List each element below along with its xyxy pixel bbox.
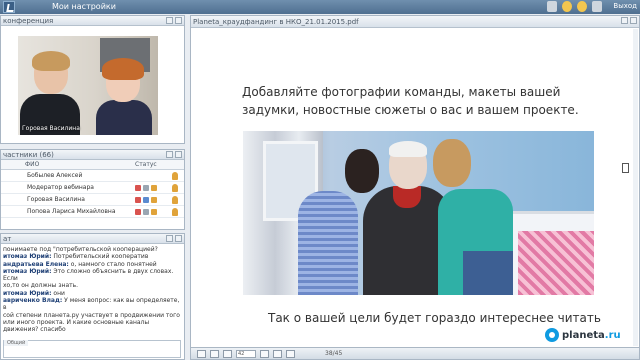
minimize-icon[interactable] — [166, 151, 173, 158]
person-right — [92, 58, 154, 135]
exit-button[interactable]: Выход — [613, 2, 637, 10]
chat-line: итомаз Юрий: Это сложно объяснить в двух… — [3, 267, 174, 283]
chat-tab[interactable]: Общий — [4, 340, 29, 346]
conference-title: конференция — [3, 17, 54, 25]
slide-caption: Так о вашей цели будет гораздо интересне… — [268, 311, 601, 325]
chat-line: итомаз Юрий: Потребительский кооператив — [3, 253, 149, 261]
user-icon — [172, 196, 178, 204]
chat-messages: понимаете под "потребительской коопераци… — [3, 246, 181, 338]
participants-table-header: ФИО Статус — [1, 160, 184, 170]
col-status[interactable]: Статус — [135, 160, 157, 169]
chat-line: или иного проекта. И какие основные кана… — [3, 318, 150, 326]
chat-line: андратьева Елена: о, намного стало понят… — [3, 260, 157, 268]
participants-panel: частники (66) ФИО Статус Бобылев Алексей… — [0, 149, 185, 230]
smile-icon[interactable] — [562, 1, 572, 12]
chat-line: понимаете под "потребительской коопераци… — [3, 246, 158, 253]
window-icon[interactable] — [547, 1, 557, 12]
settings-menu[interactable]: Мои настройки — [52, 2, 116, 11]
status-icons — [135, 194, 157, 205]
brand-main: planeta — [562, 329, 605, 341]
top-bar: Мои настройки Выход — [0, 0, 640, 14]
chat-header: ат — [1, 234, 184, 244]
table-row[interactable]: Модератор вебинара — [1, 182, 184, 194]
zoom-out-icon[interactable] — [223, 349, 232, 358]
zoom-in-icon[interactable] — [210, 349, 219, 358]
cursor-icon — [622, 163, 629, 173]
maximize-icon[interactable] — [175, 17, 182, 24]
app-logo-icon — [3, 1, 15, 13]
webcam-video: Горовая Василина — [18, 36, 158, 135]
table-row[interactable]: Горовая Василина — [1, 194, 184, 206]
slide-photo — [243, 131, 594, 295]
conference-header: конференция — [1, 16, 184, 26]
document-filename: Planeta_краудфандинг в НКО_21.01.2015.pd… — [193, 18, 359, 26]
planeta-logo: planeta.ru — [545, 328, 621, 342]
next-page-icon[interactable] — [286, 349, 295, 358]
minimize-icon[interactable] — [166, 235, 173, 242]
chat-line: авриченко Влад: У меня вопрос: как вы оп… — [3, 297, 180, 312]
video-caption: Горовая Василина — [22, 125, 80, 132]
slide-text: Добавляйте фотографии команды, макеты ва… — [242, 85, 579, 117]
hand-tool-icon[interactable] — [197, 349, 206, 358]
top-icons — [547, 1, 602, 12]
table-row[interactable]: Попова Лариса Михайловна — [1, 206, 184, 218]
chat-line: движения? спасибо — [3, 326, 66, 334]
minimize-icon[interactable] — [621, 17, 628, 24]
brand-suffix: .ru — [604, 329, 621, 341]
chat-input[interactable]: Общий — [3, 340, 181, 358]
fit-icon[interactable] — [260, 349, 269, 358]
document-header: Planeta_краудфандинг в НКО_21.01.2015.pd… — [191, 16, 639, 28]
page-counter: 38/45 — [325, 350, 343, 357]
maximize-icon[interactable] — [175, 235, 182, 242]
chat-title: ат — [3, 235, 12, 243]
user-icon — [172, 172, 178, 180]
scrollbar[interactable] — [633, 29, 638, 346]
status-icons — [135, 182, 157, 193]
planeta-logo-icon — [545, 328, 559, 342]
emoji-icon[interactable] — [577, 1, 587, 12]
col-fio[interactable]: ФИО — [25, 160, 135, 169]
user-icon — [172, 208, 178, 216]
participant-name: Попова Лариса Михайловна — [27, 208, 116, 215]
chat-panel: ат понимаете под "потребительской коопер… — [0, 233, 185, 360]
chat-line: итомаз Юрий: они — [3, 289, 65, 297]
conference-panel: конференция Горовая Василина — [0, 15, 185, 144]
status-icons — [135, 206, 157, 217]
document-panel: Planeta_краудфандинг в НКО_21.01.2015.pd… — [190, 15, 640, 360]
participant-name: Модератор вебинара — [27, 184, 94, 191]
person-left — [20, 51, 80, 135]
minimize-icon[interactable] — [166, 17, 173, 24]
chat-line: сой степени планета.ру участвует в продв… — [3, 311, 180, 319]
participant-name: Бобылев Алексей — [27, 172, 83, 179]
prev-page-icon[interactable] — [273, 349, 282, 358]
slide-page: Добавляйте фотографии команды, макеты ва… — [208, 31, 624, 346]
participants-header: частники (66) — [1, 150, 184, 160]
chat-line: хо,то он должны знать. — [3, 282, 79, 290]
user-icon — [172, 184, 178, 192]
participant-name: Горовая Василина — [27, 196, 85, 203]
maximize-icon[interactable] — [175, 151, 182, 158]
status-icon[interactable] — [592, 1, 602, 12]
maximize-icon[interactable] — [630, 17, 637, 24]
document-toolbar: 42 38/45 — [191, 347, 639, 359]
table-row[interactable]: Бобылев Алексей — [1, 170, 184, 182]
participants-title: частники (66) — [3, 151, 54, 159]
zoom-field[interactable]: 42 — [236, 349, 256, 358]
